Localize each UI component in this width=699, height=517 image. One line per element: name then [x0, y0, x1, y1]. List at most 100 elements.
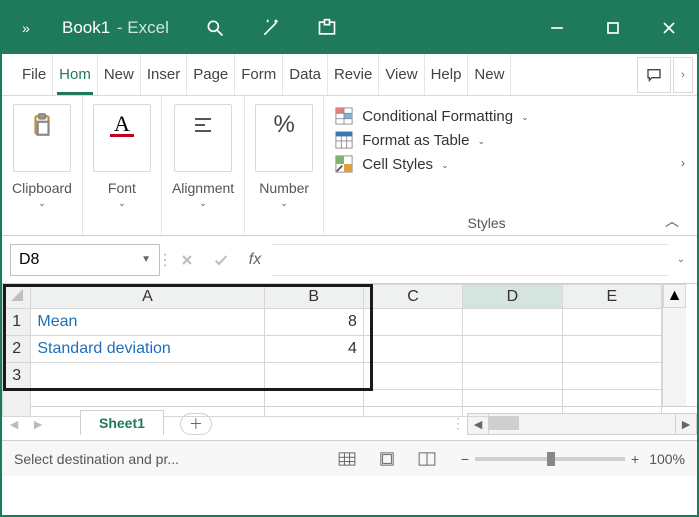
conditional-formatting-button[interactable]: Conditional Formatting ⌄: [334, 106, 687, 126]
window-title: Book1 - Excel: [52, 18, 187, 38]
sheetbar-grip[interactable]: ⋮: [449, 415, 467, 432]
font-button[interactable]: A: [93, 104, 151, 172]
comments-button[interactable]: [637, 57, 671, 93]
zoom-in-button[interactable]: +: [631, 451, 639, 467]
tab-page-layout[interactable]: Page: [187, 54, 235, 95]
chevron-down-icon[interactable]: ⌄: [199, 198, 207, 209]
number-button[interactable]: %: [255, 104, 313, 172]
cell-c2[interactable]: [363, 336, 462, 363]
cell-e2[interactable]: [562, 336, 661, 363]
sheet-tab-1[interactable]: Sheet1: [80, 410, 164, 435]
row-3[interactable]: 3: [3, 363, 662, 390]
cell-grid[interactable]: A B C D E 1 Mean 8 2 Standard deviation …: [2, 284, 662, 417]
paste-button[interactable]: [13, 104, 71, 172]
tab-help[interactable]: Help: [425, 54, 469, 95]
row-header-3[interactable]: 3: [3, 363, 31, 390]
tab-insert[interactable]: Inser: [141, 54, 187, 95]
cell-c1[interactable]: [363, 309, 462, 336]
insert-function-button[interactable]: fx: [238, 244, 272, 276]
tab-formulas[interactable]: Form: [235, 54, 283, 95]
tabs-scroll-right[interactable]: ›: [673, 57, 693, 93]
row-2[interactable]: 2 Standard deviation 4: [3, 336, 662, 363]
hscroll-track[interactable]: [489, 413, 675, 435]
col-header-d[interactable]: D: [463, 285, 562, 309]
cell-e1[interactable]: [562, 309, 661, 336]
cell-d3[interactable]: [463, 363, 562, 390]
scroll-right-button[interactable]: ►: [675, 413, 697, 435]
scroll-track[interactable]: [663, 308, 686, 406]
tab-home[interactable]: Hom: [53, 54, 98, 95]
alignment-button[interactable]: [174, 104, 232, 172]
col-header-c[interactable]: C: [363, 285, 462, 309]
expand-formula-bar[interactable]: ⌄: [669, 254, 693, 265]
zoom-slider[interactable]: − +: [461, 451, 639, 467]
row-header-1[interactable]: 1: [3, 309, 31, 336]
worksheet-grid[interactable]: A B C D E 1 Mean 8 2 Standard deviation …: [2, 284, 697, 406]
maximize-button[interactable]: [585, 2, 641, 54]
percent-icon: %: [270, 111, 298, 139]
zoom-thumb[interactable]: [547, 452, 555, 466]
window-mode-icon[interactable]: [299, 2, 355, 54]
sheet-nav-next[interactable]: ►: [26, 416, 50, 432]
cell-styles-button[interactable]: Cell Styles ⌄: [334, 154, 687, 174]
view-page-break-button[interactable]: [409, 446, 445, 472]
row-1[interactable]: 1 Mean 8: [3, 309, 662, 336]
column-header-row[interactable]: A B C D E: [3, 285, 662, 309]
name-box-value: D8: [19, 251, 39, 269]
view-normal-button[interactable]: [329, 446, 365, 472]
close-button[interactable]: [641, 2, 697, 54]
chevron-down-icon[interactable]: ▼: [141, 254, 151, 265]
col-header-e[interactable]: E: [562, 285, 661, 309]
name-box-resize[interactable]: ⋮: [160, 244, 170, 276]
tab-new[interactable]: New: [98, 54, 141, 95]
tab-view[interactable]: View: [379, 54, 424, 95]
cell-b1[interactable]: 8: [264, 309, 363, 336]
quick-access-more[interactable]: »: [2, 20, 52, 36]
horizontal-scrollbar[interactable]: ◄ ►: [467, 413, 697, 435]
cell-e3[interactable]: [562, 363, 661, 390]
zoom-percent[interactable]: 100%: [649, 451, 685, 467]
zoom-track[interactable]: [475, 457, 625, 461]
format-as-table-button[interactable]: Format as Table ⌄: [334, 130, 687, 150]
row-header-2[interactable]: 2: [3, 336, 31, 363]
row-header-4[interactable]: [3, 390, 31, 417]
cell-c3[interactable]: [363, 363, 462, 390]
zoom-out-button[interactable]: −: [461, 451, 469, 467]
enter-formula-button[interactable]: [204, 244, 238, 276]
chevron-down-icon[interactable]: ⌄: [118, 198, 126, 209]
formula-bar: D8 ▼ ⋮ fx ⌄: [2, 236, 697, 284]
cell-d1[interactable]: [463, 309, 562, 336]
formula-input[interactable]: [272, 244, 669, 276]
select-all-corner[interactable]: [3, 285, 31, 309]
col-header-b[interactable]: B: [264, 285, 363, 309]
tab-data[interactable]: Data: [283, 54, 328, 95]
tab-file[interactable]: File: [16, 54, 53, 95]
ribbon-scroll-right[interactable]: ›: [681, 156, 685, 170]
view-page-layout-button[interactable]: [369, 446, 405, 472]
cancel-formula-button[interactable]: [170, 244, 204, 276]
chevron-down-icon[interactable]: ⌄: [280, 198, 288, 209]
minimize-button[interactable]: [529, 2, 585, 54]
sheet-nav-prev[interactable]: ◄: [2, 416, 26, 432]
cell-b2[interactable]: 4: [264, 336, 363, 363]
cell-b4[interactable]: [264, 390, 363, 417]
format-as-table-label: Format as Table: [362, 132, 469, 149]
tab-review[interactable]: Revie: [328, 54, 379, 95]
chevron-down-icon[interactable]: ⌄: [38, 198, 46, 209]
cell-c4[interactable]: [363, 390, 462, 417]
collapse-ribbon-icon[interactable]: ︿: [665, 211, 679, 231]
col-header-a[interactable]: A: [31, 285, 264, 309]
group-clipboard-label: Clipboard: [12, 180, 72, 196]
search-icon[interactable]: [187, 2, 243, 54]
hscroll-thumb[interactable]: [489, 416, 519, 430]
cell-a1[interactable]: Mean: [31, 309, 264, 336]
cell-a3[interactable]: [31, 363, 264, 390]
tab-new2[interactable]: New: [468, 54, 511, 95]
scroll-up-button[interactable]: ▲: [663, 284, 686, 308]
vertical-scrollbar[interactable]: ▲: [662, 284, 686, 406]
cell-d2[interactable]: [463, 336, 562, 363]
magic-wand-icon[interactable]: [243, 2, 299, 54]
cell-a2[interactable]: Standard deviation: [31, 336, 264, 363]
cell-b3[interactable]: [264, 363, 363, 390]
name-box[interactable]: D8 ▼: [10, 244, 160, 276]
